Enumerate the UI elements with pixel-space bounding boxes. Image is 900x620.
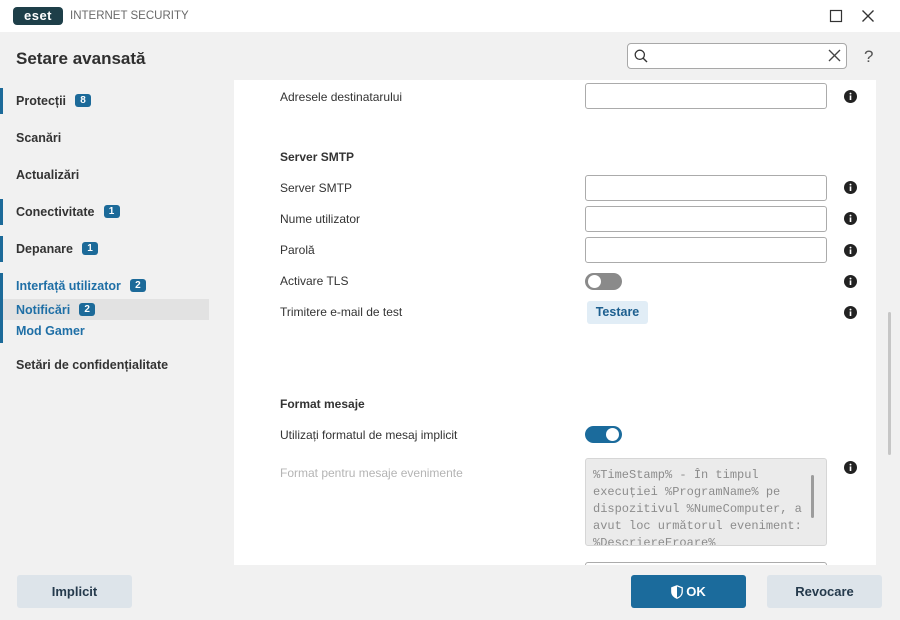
cancel-button-label: Revocare	[795, 584, 854, 599]
sidebar-item-scans[interactable]: Scanări	[0, 127, 209, 148]
ok-button[interactable]: OK	[631, 575, 746, 608]
smtp-section-heading: Server SMTP	[280, 150, 355, 164]
eset-logo: eset	[13, 7, 63, 25]
sidebar-item-label: Mod Gamer	[16, 323, 85, 338]
ok-button-label: OK	[686, 584, 706, 599]
sidebar-item-label: Actualizări	[16, 167, 80, 182]
close-icon[interactable]	[861, 9, 875, 23]
tls-toggle[interactable]	[585, 273, 622, 290]
event-format-label: Format pentru mesaje evenimente	[280, 466, 463, 480]
page-title: Setare avansată	[16, 49, 146, 68]
title-bar: eset INTERNET SECURITY	[0, 0, 900, 32]
recipients-input[interactable]	[585, 83, 827, 109]
sidebar-item-label: Conectivitate	[16, 204, 95, 219]
sidebar: Protecții 8 Scanări Actualizări Conectiv…	[0, 80, 234, 565]
section-indicator	[0, 88, 3, 114]
username-input[interactable]	[585, 206, 827, 232]
use-default-format-toggle[interactable]	[585, 426, 622, 443]
clear-icon[interactable]	[828, 49, 841, 62]
sidebar-item-label: Protecții	[16, 93, 67, 108]
event-format-textarea: %TimeStamp% - În timpul execuției %Progr…	[585, 458, 827, 546]
info-icon[interactable]	[844, 181, 857, 194]
toggle-knob	[588, 275, 601, 288]
message-format-heading: Format mesaje	[280, 397, 365, 411]
password-input[interactable]	[585, 237, 827, 263]
settings-panel: Adresele destinatarului Server SMTP Serv…	[234, 80, 876, 565]
notification-badge: 1	[103, 205, 120, 218]
sidebar-item-gamer-mode[interactable]: Mod Gamer	[0, 320, 209, 341]
notification-badge: 2	[79, 303, 96, 316]
info-icon[interactable]	[844, 212, 857, 225]
sidebar-item-label: Scanări	[16, 130, 62, 145]
sidebar-item-user-interface[interactable]: Interfață utilizator 2	[0, 275, 209, 296]
use-default-format-label: Utilizați formatul de mesaj implicit	[280, 428, 458, 442]
sidebar-item-updates[interactable]: Actualizări	[0, 164, 209, 185]
notification-badge: 8	[75, 94, 92, 107]
sidebar-item-protections[interactable]: Protecții 8	[0, 90, 209, 111]
test-email-label: Trimitere e-mail de test	[280, 305, 403, 319]
username-label: Nume utilizator	[280, 212, 361, 226]
info-icon[interactable]	[844, 461, 857, 474]
info-icon[interactable]	[844, 90, 857, 103]
sidebar-item-notifications[interactable]: Notificări 2	[0, 299, 209, 320]
sidebar-item-label: Interfață utilizator	[16, 278, 121, 293]
smtp-server-label: Server SMTP	[280, 181, 353, 195]
search-input[interactable]	[654, 46, 822, 66]
info-icon[interactable]	[844, 244, 857, 257]
product-name: INTERNET SECURITY	[70, 10, 189, 22]
tls-label: Activare TLS	[280, 274, 349, 288]
default-button-label: Implicit	[51, 584, 98, 599]
panel-scrollbar[interactable]	[888, 312, 891, 455]
info-icon[interactable]	[844, 275, 857, 288]
info-icon[interactable]	[844, 306, 857, 319]
sidebar-item-label: Notificări	[16, 302, 71, 317]
notification-badge: 2	[129, 279, 146, 292]
event-format-text: %TimeStamp% - În timpul execuției %Progr…	[593, 468, 802, 546]
section-indicator	[0, 199, 3, 225]
search-box[interactable]	[627, 43, 847, 69]
sidebar-item-connectivity[interactable]: Conectivitate 1	[0, 201, 209, 222]
toggle-knob	[606, 428, 619, 441]
default-button[interactable]: Implicit	[17, 575, 132, 608]
section-indicator	[0, 236, 3, 262]
search-icon	[634, 49, 648, 63]
sidebar-item-privacy-settings[interactable]: Setări de confidențialitate	[0, 354, 209, 375]
recipients-label: Adresele destinatarului	[280, 90, 403, 104]
smtp-server-input[interactable]	[585, 175, 827, 201]
notification-badge: 1	[81, 242, 98, 255]
cancel-button[interactable]: Revocare	[767, 575, 882, 608]
maximize-icon[interactable]	[829, 9, 843, 23]
textarea-scrollbar[interactable]	[811, 475, 814, 518]
password-label: Parolă	[280, 243, 315, 257]
sidebar-item-troubleshooting[interactable]: Depanare 1	[0, 238, 209, 259]
shield-icon	[671, 584, 684, 599]
next-field-input[interactable]	[585, 562, 827, 565]
sidebar-item-label: Setări de confidențialitate	[16, 357, 169, 372]
section-indicator	[0, 273, 3, 343]
help-button[interactable]: ?	[864, 47, 873, 67]
test-button[interactable]: Testare	[587, 301, 648, 324]
sidebar-item-label: Depanare	[16, 241, 73, 256]
